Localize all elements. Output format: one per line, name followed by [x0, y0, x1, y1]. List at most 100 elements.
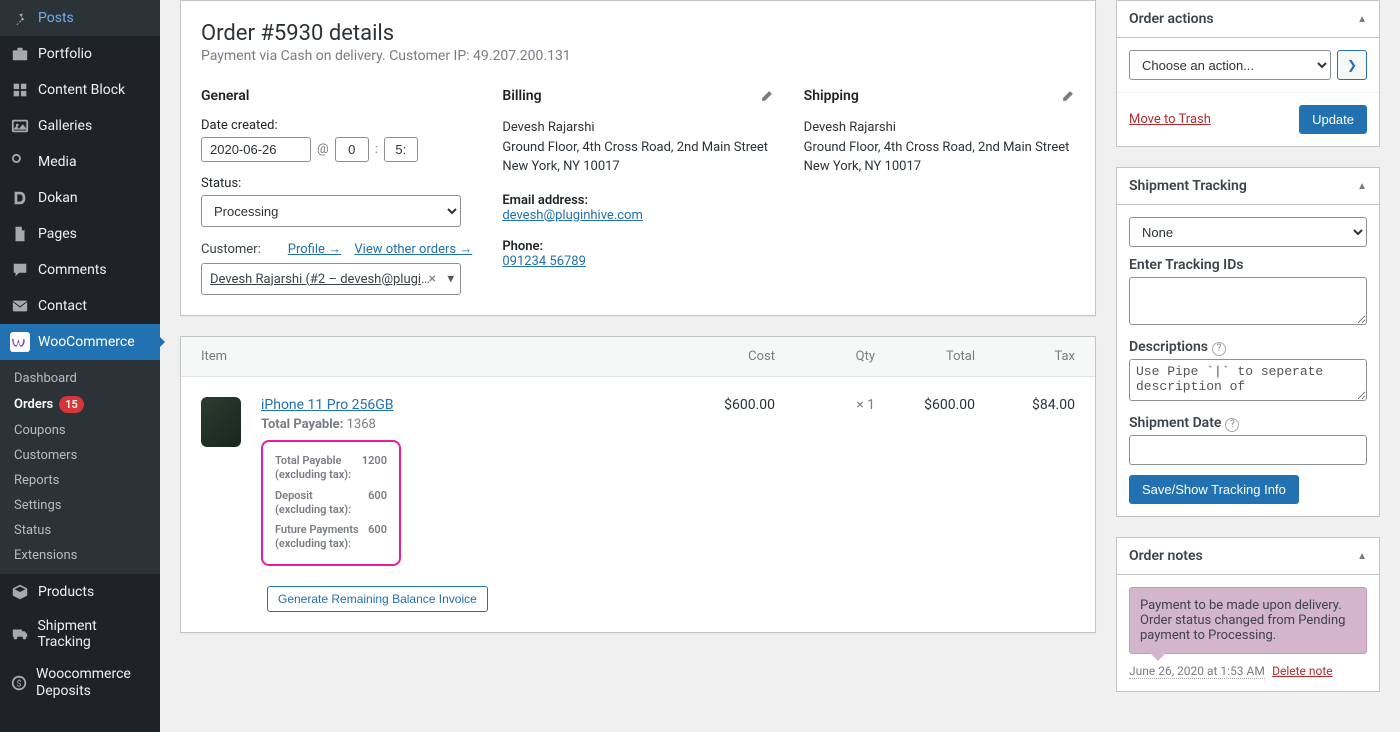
media-icon [10, 152, 30, 172]
status-select[interactable]: Processing [201, 195, 461, 227]
submenu-dashboard[interactable]: Dashboard [0, 366, 160, 391]
clear-customer-icon[interactable]: × [429, 271, 436, 287]
line-qty: × 1 [775, 397, 875, 413]
collapse-icon[interactable]: ▲ [1357, 14, 1367, 25]
phone-label: Phone: [502, 239, 773, 254]
note-timestamp: June 26, 2020 at 1:53 AM [1129, 664, 1265, 679]
billing-phone-link[interactable]: 091234 56789 [502, 254, 586, 269]
gallery-icon [10, 116, 30, 136]
collapse-icon[interactable]: ▲ [1357, 551, 1367, 562]
submenu-orders[interactable]: Orders15 [0, 391, 160, 418]
submenu-customers[interactable]: Customers [0, 443, 160, 468]
shipping-address: Devesh Rajarshi Ground Floor, 4th Cross … [804, 118, 1075, 177]
general-column: General Date created: @ : Status: Proces… [201, 88, 472, 295]
generate-invoice-button[interactable]: Generate Remaining Balance Invoice [267, 586, 488, 612]
pin-icon [10, 8, 30, 28]
admin-sidebar: Posts Portfolio Content Block Galleries … [0, 0, 160, 732]
sidebar-item-pages[interactable]: Pages [0, 216, 160, 252]
edit-shipping-icon[interactable] [1061, 89, 1075, 103]
sidebar-label: Woocommerce Deposits [36, 666, 150, 700]
line-item-row: iPhone 11 Pro 256GB Total Payable: 1368 … [181, 377, 1095, 586]
customer-select[interactable]: Devesh Rajarshi (#2 – devesh@pluginh… × … [201, 263, 461, 295]
hour-input[interactable] [335, 137, 369, 162]
col-header-item: Item [201, 349, 675, 364]
col-header-cost: Cost [675, 349, 775, 364]
sidebar-item-woocommerce[interactable]: WooCommerce [0, 324, 160, 360]
order-notes-box: Order notes ▲ Payment to be made upon del… [1116, 537, 1380, 692]
sidebar-item-posts[interactable]: Posts [0, 0, 160, 36]
chevron-down-icon: ▾ [447, 272, 454, 287]
descriptions-label: Descriptions [1129, 339, 1208, 355]
sidebar-label: Shipment Tracking [37, 618, 150, 650]
shipment-date-input[interactable] [1129, 435, 1367, 465]
page-icon [10, 224, 30, 244]
billing-email-link[interactable]: devesh@pluginhive.com [502, 208, 643, 223]
shipment-heading: Shipment Tracking [1129, 178, 1247, 194]
submenu-settings[interactable]: Settings [0, 493, 160, 518]
billing-column: Billing Devesh Rajarshi Ground Floor, 4t… [502, 88, 773, 295]
view-other-orders-link[interactable]: View other orders → [354, 242, 472, 257]
order-note: Payment to be made upon delivery. Order … [1129, 587, 1367, 654]
comment-icon [10, 260, 30, 280]
dokan-icon [10, 188, 30, 208]
submenu-status[interactable]: Status [0, 518, 160, 543]
sidebar-item-contact[interactable]: Contact [0, 288, 160, 324]
update-button[interactable]: Update [1299, 105, 1367, 134]
sidebar-item-shipment-tracking[interactable]: Shipment Tracking [0, 610, 160, 658]
sidebar-label: Contact [38, 298, 87, 314]
sidebar-item-dokan[interactable]: Dokan [0, 180, 160, 216]
sidebar-item-media[interactable]: Media [0, 144, 160, 180]
general-heading: General [201, 88, 472, 104]
help-icon[interactable]: ? [1212, 342, 1226, 356]
woocommerce-submenu: Dashboard Orders15 Coupons Customers Rep… [0, 360, 160, 574]
colon-symbol: : [375, 142, 378, 157]
shipping-heading: Shipping [804, 88, 859, 104]
svg-text:$: $ [16, 678, 21, 689]
orders-count-badge: 15 [59, 396, 84, 413]
submenu-extensions[interactable]: Extensions [0, 543, 160, 568]
envelope-icon [10, 296, 30, 316]
product-thumbnail[interactable] [201, 397, 241, 447]
move-to-trash-link[interactable]: Move to Trash [1129, 112, 1211, 127]
date-created-input[interactable] [201, 137, 311, 162]
sidebar-item-woo-deposits[interactable]: $ Woocommerce Deposits [0, 658, 160, 708]
profile-link[interactable]: Profile → [288, 242, 341, 257]
order-details-panel: Order #5930 details Payment via Cash on … [180, 0, 1096, 316]
col-header-total: Total [875, 349, 975, 364]
portfolio-icon [10, 44, 30, 64]
sidebar-item-galleries[interactable]: Galleries [0, 108, 160, 144]
sidebar-item-comments[interactable]: Comments [0, 252, 160, 288]
submenu-coupons[interactable]: Coupons [0, 418, 160, 443]
descriptions-input[interactable]: Use Pipe `|` to seperate description of [1129, 359, 1367, 401]
status-label: Status: [201, 176, 472, 191]
edit-billing-icon[interactable] [760, 89, 774, 103]
shipment-carrier-select[interactable]: None [1129, 217, 1367, 247]
minute-input[interactable] [384, 137, 418, 162]
at-symbol: @ [317, 142, 329, 157]
tracking-ids-input[interactable] [1129, 277, 1367, 325]
sidebar-label: Pages [38, 226, 77, 242]
save-tracking-button[interactable]: Save/Show Tracking Info [1129, 475, 1299, 504]
sidebar-label: Media [38, 154, 77, 170]
apply-action-button[interactable]: ❯ [1337, 50, 1367, 80]
sidebar-label: Comments [38, 262, 107, 278]
help-icon[interactable]: ? [1225, 418, 1239, 432]
collapse-icon[interactable]: ▲ [1357, 181, 1367, 192]
order-actions-heading: Order actions [1129, 11, 1214, 27]
sidebar-item-content-block[interactable]: Content Block [0, 72, 160, 108]
billing-heading: Billing [502, 88, 541, 104]
sidebar-label: Dokan [38, 190, 78, 206]
active-arrow-icon [160, 337, 165, 347]
submenu-reports[interactable]: Reports [0, 468, 160, 493]
customer-value: Devesh Rajarshi (#2 – devesh@pluginh… [210, 272, 436, 287]
block-icon [10, 80, 30, 100]
delete-note-link[interactable]: Delete note [1272, 664, 1333, 678]
product-name-link[interactable]: iPhone 11 Pro 256GB [261, 397, 394, 413]
sidebar-item-portfolio[interactable]: Portfolio [0, 36, 160, 72]
sidebar-item-products[interactable]: Products [0, 574, 160, 610]
line-cost: $600.00 [675, 397, 775, 413]
order-notes-heading: Order notes [1129, 548, 1203, 564]
sidebar-label: Galleries [38, 118, 92, 134]
shipment-date-label: Shipment Date [1129, 415, 1221, 431]
order-actions-select[interactable]: Choose an action... [1129, 50, 1331, 80]
